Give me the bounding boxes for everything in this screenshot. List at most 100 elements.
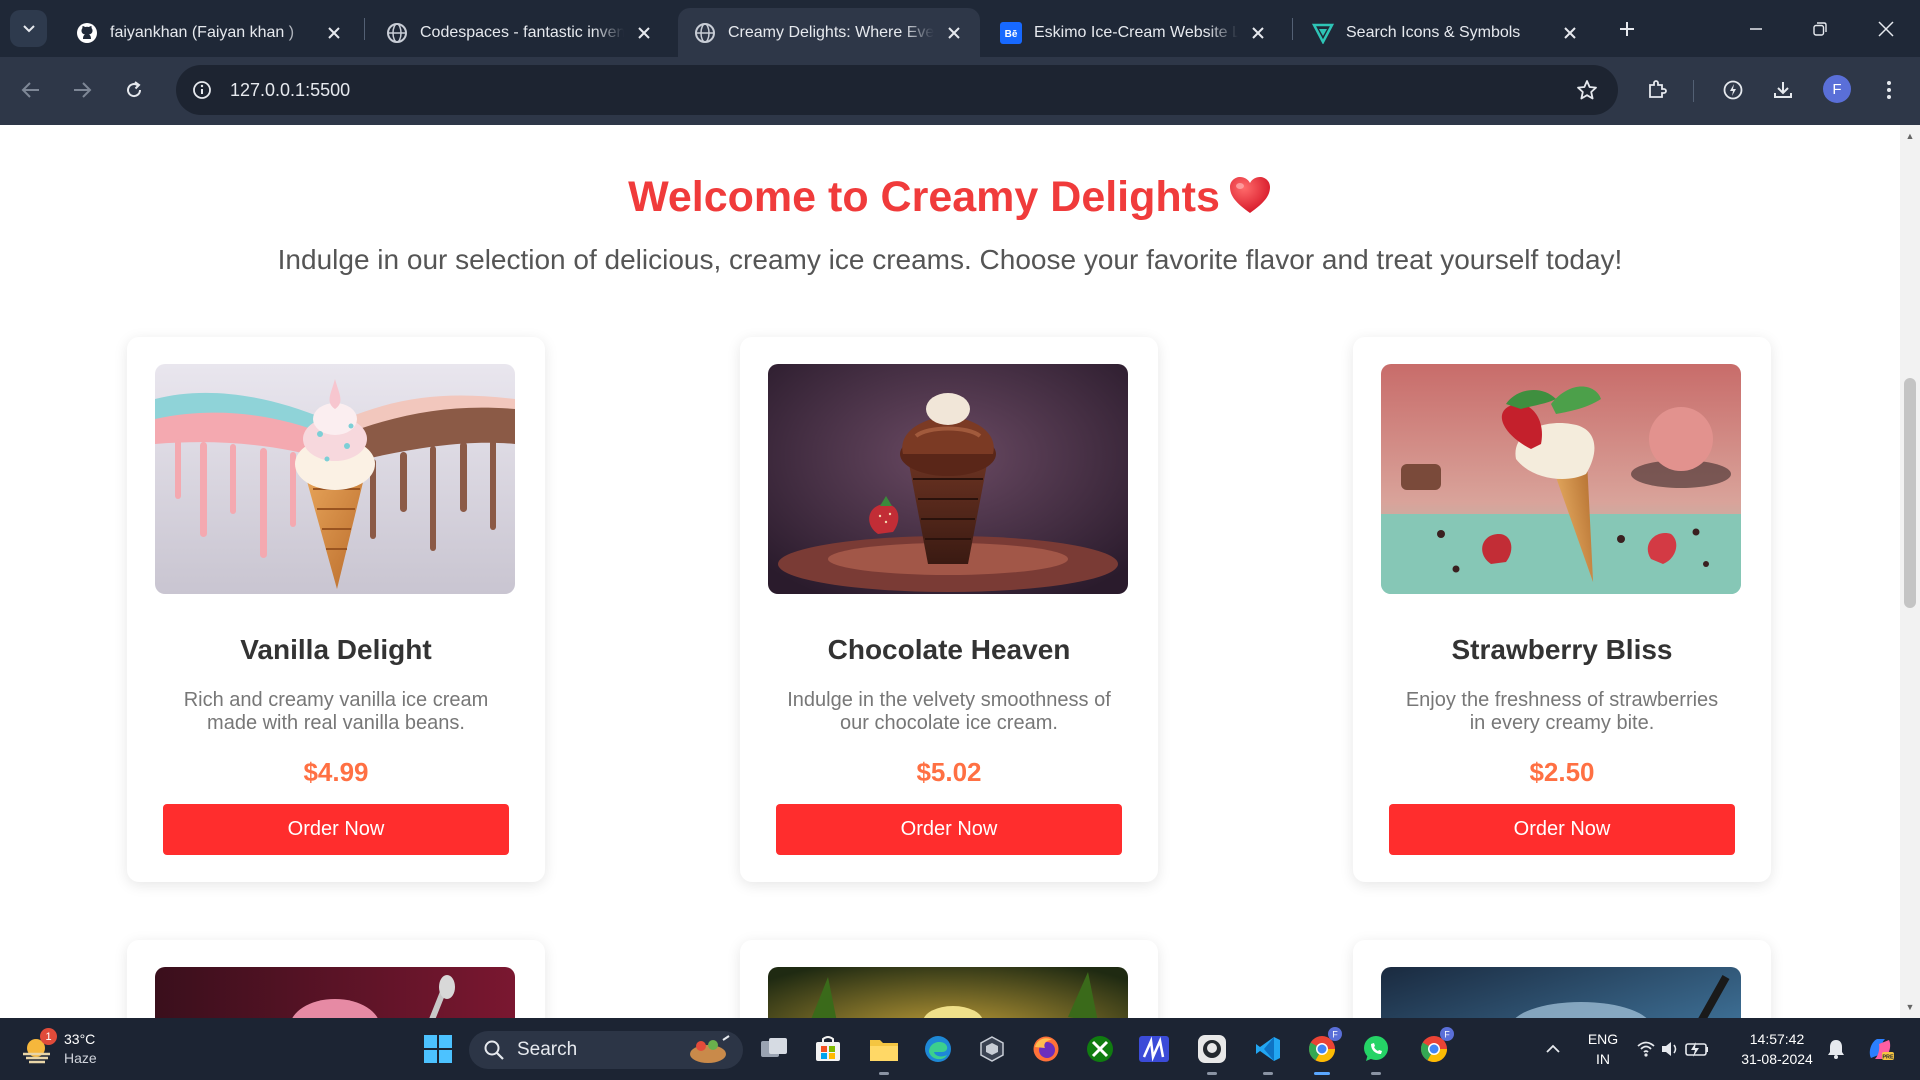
clock-time: 14:57:42	[1749, 1031, 1805, 1047]
profile-badge-icon: F	[1440, 1027, 1454, 1041]
tab-creamy-delights[interactable]: Creamy Delights: Where Every	[678, 8, 980, 57]
order-now-button[interactable]: Order Now	[776, 804, 1122, 855]
extensions-button[interactable]	[1638, 71, 1676, 109]
running-indicator	[1263, 1072, 1273, 1075]
product-card: Chocolate Heaven Indulge in the velvety …	[740, 337, 1158, 882]
microsoft-store-button[interactable]	[808, 1029, 848, 1069]
browser-menu-button[interactable]	[1870, 71, 1908, 109]
product-name: Chocolate Heaven	[827, 634, 1071, 665]
order-now-button[interactable]: Order Now	[163, 804, 509, 855]
start-button[interactable]	[418, 1029, 458, 1069]
behance-icon: Bē	[1000, 21, 1022, 44]
arrow-left-icon	[21, 82, 39, 98]
product-name: Vanilla Delight	[240, 634, 432, 665]
reload-icon	[127, 81, 142, 98]
tab-github[interactable]: faiyankhan (Faiyan khan )	[60, 8, 360, 57]
product-price: $5.02	[916, 757, 982, 787]
task-view-button[interactable]	[754, 1029, 794, 1069]
svg-text:F: F	[1332, 1030, 1338, 1040]
github-desktop-icon	[1198, 1035, 1226, 1063]
file-explorer-button[interactable]	[864, 1029, 904, 1075]
speedometer-icon	[1723, 80, 1743, 100]
xbox-icon	[1087, 1036, 1113, 1062]
tab-codespaces[interactable]: Codespaces - fantastic inventi	[370, 8, 670, 57]
product-price: $2.50	[1529, 757, 1595, 787]
chrome-button[interactable]: F	[1302, 1027, 1342, 1075]
heading-text: Welcome to Creamy Delights	[628, 173, 1220, 221]
close-icon[interactable]	[942, 21, 966, 45]
downloads-button[interactable]	[1764, 71, 1802, 109]
tab-title: Eskimo Ice-Cream Website La	[1034, 23, 1238, 41]
tab-title: Search Icons & Symbols	[1346, 23, 1521, 41]
site-info-icon[interactable]	[190, 78, 214, 102]
bell-icon	[1828, 1040, 1844, 1059]
app-cube-button[interactable]	[972, 1029, 1012, 1069]
xbox-button[interactable]	[1080, 1029, 1120, 1069]
address-bar[interactable]: 127.0.0.1:5500	[176, 65, 1618, 115]
profile-avatar[interactable]: F	[1823, 75, 1851, 103]
restore-icon	[1813, 22, 1827, 36]
close-icon[interactable]	[1246, 21, 1270, 45]
reload-button[interactable]	[115, 71, 153, 109]
weather-condition: Haze	[64, 1050, 97, 1066]
github-desktop-button[interactable]	[1192, 1029, 1232, 1075]
scroll-thumb[interactable]	[1904, 378, 1916, 608]
whatsapp-button[interactable]	[1356, 1029, 1396, 1075]
new-tab-button[interactable]	[1612, 14, 1642, 44]
close-icon[interactable]	[1558, 21, 1582, 45]
plus-icon	[1620, 22, 1634, 36]
close-icon	[1878, 21, 1894, 37]
network-volume-battery[interactable]	[1635, 1029, 1715, 1069]
performance-button[interactable]	[1714, 71, 1752, 109]
clock[interactable]: 14:57:42 31-08-2024	[1736, 1029, 1818, 1069]
tray-overflow-button[interactable]	[1533, 1029, 1573, 1069]
close-icon[interactable]	[632, 21, 656, 45]
tab-eskimo[interactable]: Bē Eskimo Ice-Cream Website La	[984, 8, 1284, 57]
tab-separator	[364, 18, 365, 40]
windows-logo-icon	[424, 1035, 452, 1063]
restore-button[interactable]	[1800, 10, 1840, 48]
task-view-icon	[761, 1038, 787, 1057]
copilot-button[interactable]: PRE	[1860, 1029, 1900, 1069]
product-description: Enjoy the freshness of strawberries in e…	[1405, 689, 1719, 734]
weather-badge: 1	[40, 1028, 57, 1045]
forward-button[interactable]	[63, 71, 101, 109]
close-window-button[interactable]	[1866, 10, 1906, 48]
product-image	[155, 967, 515, 1018]
product-description: Indulge in the velvety smoothness of our…	[787, 689, 1111, 734]
active-indicator	[1314, 1072, 1330, 1075]
product-card: Vanilla Delight Rich and creamy vanilla …	[127, 337, 545, 882]
notifications-button[interactable]	[1816, 1029, 1856, 1069]
mathpix-icon	[1139, 1036, 1169, 1062]
scroll-down-icon[interactable]: ▼	[1905, 1002, 1915, 1012]
weather-widget[interactable]: 1 33°C Haze	[20, 1028, 110, 1070]
taskbar-search[interactable]: Search	[469, 1031, 743, 1069]
tab-search-button[interactable]	[10, 10, 47, 47]
close-icon[interactable]	[322, 21, 346, 45]
bookmark-star-icon[interactable]	[1574, 77, 1600, 103]
scroll-up-icon[interactable]: ▲	[1905, 131, 1915, 141]
page-scrollbar[interactable]: ▲ ▼	[1900, 125, 1920, 1018]
search-highlight-icon	[690, 1035, 730, 1063]
browser-chrome: faiyankhan (Faiyan khan ) Codespaces - f…	[0, 0, 1920, 125]
language-indicator[interactable]: ENG IN	[1580, 1029, 1626, 1069]
store-icon	[816, 1036, 840, 1061]
tab-title: faiyankhan (Faiyan khan )	[110, 23, 295, 41]
chrome-profile-button[interactable]: F	[1414, 1027, 1454, 1069]
firefox-button[interactable]	[1026, 1029, 1066, 1069]
back-button[interactable]	[12, 71, 50, 109]
svg-text:Bē: Bē	[1005, 29, 1018, 40]
vscode-button[interactable]	[1248, 1029, 1288, 1075]
chocolate-ice-cream-image	[768, 364, 1128, 594]
tab-search-icons[interactable]: Search Icons & Symbols	[1296, 8, 1596, 57]
weather-temp: 33°C	[64, 1031, 96, 1047]
minimize-button[interactable]	[1736, 10, 1776, 48]
edge-button[interactable]	[918, 1029, 958, 1069]
language-line1: ENG	[1587, 1031, 1619, 1047]
product-card	[740, 940, 1158, 1018]
heart-icon	[1228, 175, 1272, 226]
folder-icon	[870, 1040, 898, 1061]
puzzle-icon	[1649, 80, 1667, 98]
mathpix-button[interactable]	[1134, 1029, 1174, 1069]
order-now-button[interactable]: Order Now	[1389, 804, 1735, 855]
